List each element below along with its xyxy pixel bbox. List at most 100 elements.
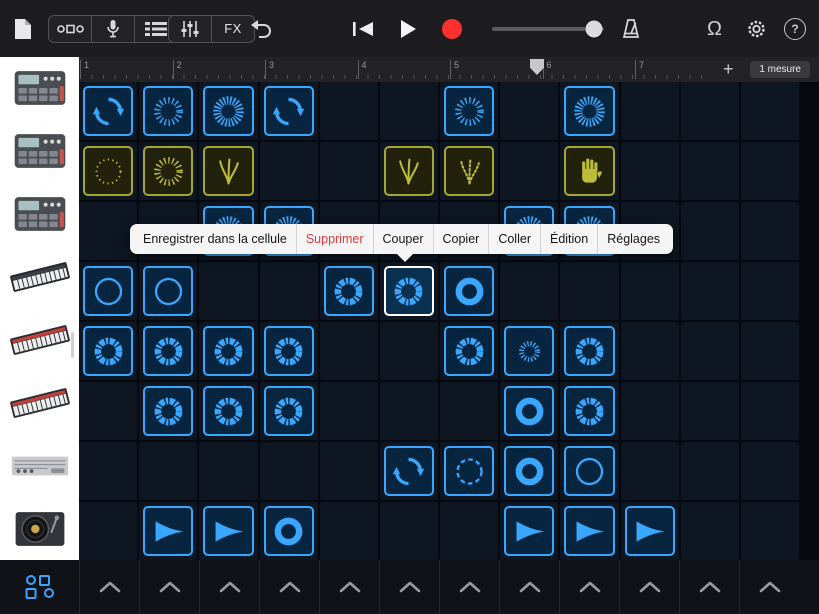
menu-item-edition[interactable]: Édition [540, 224, 597, 254]
grid-cell-r4c5[interactable] [320, 262, 378, 320]
settings-button[interactable] [746, 18, 767, 39]
grid-cell-r2c2[interactable] [139, 142, 197, 200]
grid-cell-r1c3[interactable] [199, 82, 257, 140]
grid-cell-r5c10[interactable] [621, 322, 679, 380]
loop-cell-grass-dotted[interactable] [444, 146, 494, 196]
grid-cell-r6c8[interactable] [500, 382, 558, 440]
grid-cell-r3c12[interactable] [741, 202, 799, 260]
grid-cell-r1c7[interactable] [440, 82, 498, 140]
grid-cell-r1c9[interactable] [560, 82, 618, 140]
loop-cell-wave-ring[interactable] [203, 386, 253, 436]
grid-cell-r6c4[interactable] [260, 382, 318, 440]
measure-length-button[interactable]: 1 mesure [750, 61, 810, 78]
grid-cell-r4c6[interactable] [380, 262, 438, 320]
grid-cell-r8c2[interactable] [139, 502, 197, 560]
loop-cell-decay[interactable] [625, 506, 675, 556]
grid-cell-r6c10[interactable] [621, 382, 679, 440]
grid-cell-r8c11[interactable] [681, 502, 739, 560]
track-2-drum-machine-icon[interactable] [0, 120, 79, 183]
volume-slider-thumb[interactable] [585, 20, 602, 37]
grid-cell-r1c12[interactable] [741, 82, 799, 140]
monitor-button[interactable]: Ω [707, 19, 722, 39]
grid-cell-r5c4[interactable] [260, 322, 318, 380]
grid-cell-r1c11[interactable] [681, 82, 739, 140]
loop-cell-spiky-ring[interactable] [564, 86, 614, 136]
loop-cell-dashed-circle[interactable] [444, 446, 494, 496]
loop-cell-wave-ring[interactable] [324, 266, 374, 316]
track-5-keyboard-red-icon[interactable] [0, 309, 79, 372]
grid-cell-r6c12[interactable] [741, 382, 799, 440]
grid-cell-r2c1[interactable] [79, 142, 137, 200]
loop-cell-dotted-burst[interactable] [143, 146, 193, 196]
grid-cell-r8c9[interactable] [560, 502, 618, 560]
loop-cell-decay[interactable] [143, 506, 193, 556]
grid-cell-r2c4[interactable] [260, 142, 318, 200]
grid-cell-r5c12[interactable] [741, 322, 799, 380]
skip-to-start-button[interactable] [352, 21, 374, 37]
grid-cell-r7c11[interactable] [681, 442, 739, 500]
grid-cell-r6c2[interactable] [139, 382, 197, 440]
loop-cell-cycle[interactable] [384, 446, 434, 496]
column-trigger-8[interactable] [499, 560, 559, 614]
loop-cell-decay[interactable] [203, 506, 253, 556]
grid-cell-r4c2[interactable] [139, 262, 197, 320]
loop-cell-dotted-burst[interactable] [444, 86, 494, 136]
column-trigger-12[interactable] [739, 560, 799, 614]
menu-item-enregistrer-dans-la-cellule[interactable]: Enregistrer dans la cellule [130, 224, 296, 254]
grid-cell-r4c12[interactable] [741, 262, 799, 320]
undo-button[interactable] [250, 20, 272, 38]
column-trigger-9[interactable] [559, 560, 619, 614]
loop-cell-spiky-ring[interactable] [203, 86, 253, 136]
grid-cell-r5c9[interactable] [560, 322, 618, 380]
grid-cell-r5c6[interactable] [380, 322, 438, 380]
grid-cell-r2c7[interactable] [440, 142, 498, 200]
column-trigger-5[interactable] [319, 560, 379, 614]
menu-item-couper[interactable]: Couper [373, 224, 433, 254]
column-trigger-6[interactable] [379, 560, 439, 614]
fx-button[interactable]: FX [211, 16, 254, 42]
grid-cell-r4c8[interactable] [500, 262, 558, 320]
grid-cell-r2c5[interactable] [320, 142, 378, 200]
loop-cell-ring[interactable] [264, 506, 314, 556]
grid-cell-r8c6[interactable] [380, 502, 438, 560]
loop-cell-ring[interactable] [444, 266, 494, 316]
record-button[interactable] [442, 19, 462, 39]
menu-item-supprimer[interactable]: Supprimer [296, 224, 373, 254]
sidebar-drag-handle[interactable] [71, 332, 74, 358]
document-icon[interactable] [14, 18, 32, 40]
grid-cell-r6c7[interactable] [440, 382, 498, 440]
selected-loop-cell-wave-ring[interactable] [384, 266, 434, 316]
grid-cell-r8c5[interactable] [320, 502, 378, 560]
add-measure-button[interactable]: + [715, 57, 742, 82]
volume-slider[interactable] [492, 27, 604, 31]
grid-cell-r1c10[interactable] [621, 82, 679, 140]
grid-cell-r7c8[interactable] [500, 442, 558, 500]
help-button[interactable]: ? [784, 18, 806, 40]
loop-cell-wave-ring[interactable] [143, 326, 193, 376]
loop-cell-wave-ring[interactable] [564, 386, 614, 436]
grid-cell-r4c9[interactable] [560, 262, 618, 320]
loop-cell-wave-ring[interactable] [143, 386, 193, 436]
grid-cell-r5c7[interactable] [440, 322, 498, 380]
loops-view-button[interactable] [49, 16, 91, 42]
menu-item-reglages[interactable]: Réglages [597, 224, 673, 254]
volume-slider-track[interactable] [492, 27, 604, 31]
grid-cell-r4c1[interactable] [79, 262, 137, 320]
track-8-turntable-icon[interactable] [0, 497, 79, 560]
loop-cell-wave-ring[interactable] [444, 326, 494, 376]
grid-cell-r5c2[interactable] [139, 322, 197, 380]
grid-cell-r3c1[interactable] [79, 202, 137, 260]
grid-cell-r7c1[interactable] [79, 442, 137, 500]
track-1-drum-machine-icon[interactable] [0, 57, 79, 120]
grid-cell-r2c9[interactable] [560, 142, 618, 200]
grid-cell-r4c4[interactable] [260, 262, 318, 320]
grid-cell-r4c11[interactable] [681, 262, 739, 320]
grid-cell-r6c6[interactable] [380, 382, 438, 440]
menu-item-copier[interactable]: Copier [433, 224, 489, 254]
grid-cell-r6c1[interactable] [79, 382, 137, 440]
column-trigger-1[interactable] [79, 560, 139, 614]
grid-cell-r8c8[interactable] [500, 502, 558, 560]
column-trigger-2[interactable] [139, 560, 199, 614]
grid-cell-r1c2[interactable] [139, 82, 197, 140]
grid-cell-r7c3[interactable] [199, 442, 257, 500]
